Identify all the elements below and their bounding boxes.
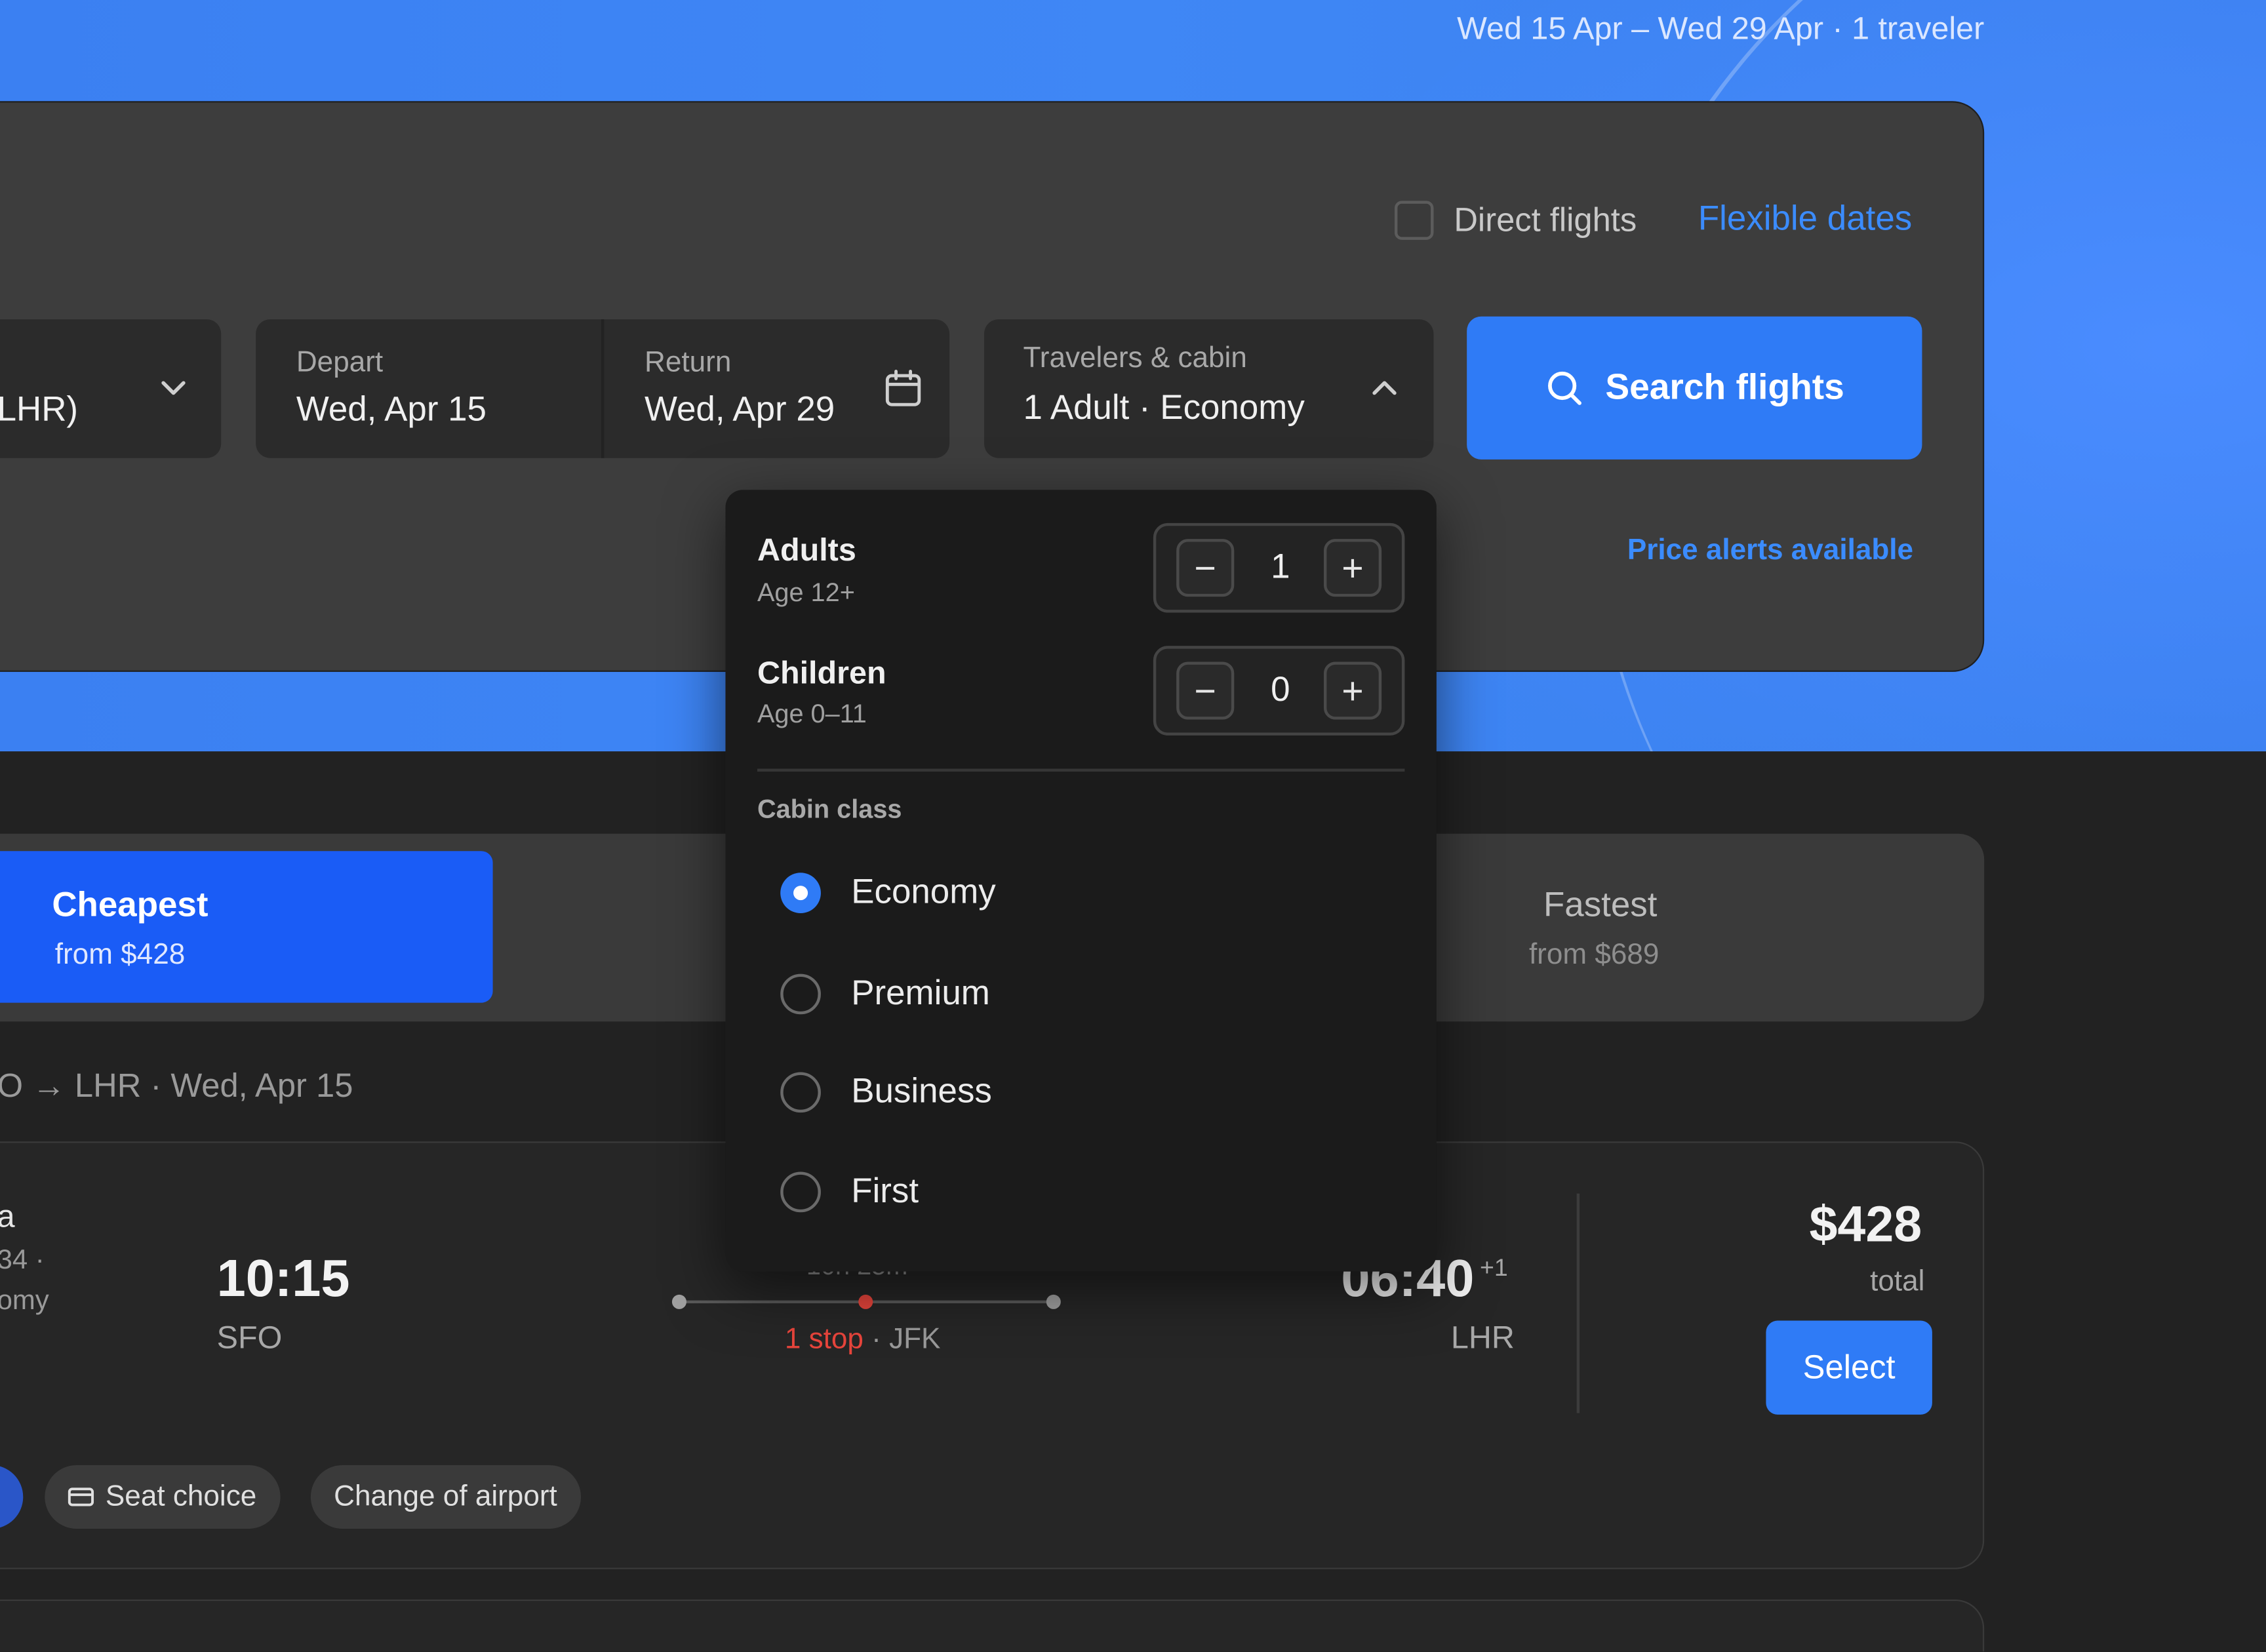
stops-via: · JFK xyxy=(863,1323,941,1356)
tab-fastest-price: from $689 xyxy=(1528,939,1660,972)
flight-price-label: total xyxy=(1870,1265,1925,1298)
stops-count: 1 stop xyxy=(784,1323,864,1356)
dates-field: Depart Wed, Apr 15 Return Wed, Apr 29 xyxy=(256,319,950,458)
premium-radio[interactable] xyxy=(780,974,821,1015)
arrival-day-offset: +1 xyxy=(1479,1254,1508,1282)
departure-time: 10:15 xyxy=(216,1248,350,1308)
children-increment-button[interactable]: + xyxy=(1323,661,1382,720)
dates-divider xyxy=(601,319,605,458)
stops-info: 1 stop · JFK xyxy=(785,1324,941,1357)
premium-label: Premium xyxy=(851,974,990,1013)
business-radio[interactable] xyxy=(780,1072,821,1113)
tab-fastest-title: Fastest xyxy=(1543,886,1658,925)
flight-meta: 34 · xyxy=(0,1245,45,1276)
cabin-class-heading: Cabin class xyxy=(757,795,902,824)
direct-flights-label[interactable]: Direct flights xyxy=(1454,201,1637,240)
first-label: First xyxy=(851,1171,919,1211)
depart-value: Wed, Apr 15 xyxy=(296,390,487,429)
search-flights-label: Search flights xyxy=(1605,366,1844,408)
seat-icon xyxy=(68,1487,94,1506)
children-stepper: − 0 + xyxy=(1153,646,1405,736)
adults-stepper: − 1 + xyxy=(1153,522,1405,613)
destination-dot xyxy=(1046,1294,1061,1309)
travelers-dropdown: Adults Age 12+ − 1 + Children Age 0–11 −… xyxy=(725,490,1437,1272)
chip-change-of-airport-label: Change of airport xyxy=(334,1480,557,1512)
trip-summary: Wed 15 Apr – Wed 29 Apr · 1 traveler xyxy=(1457,10,1985,47)
origin-value: LHR) xyxy=(0,390,79,429)
chevron-down-icon xyxy=(161,381,186,395)
adults-age-label: Age 12+ xyxy=(757,578,855,607)
chevron-up-icon xyxy=(1372,381,1397,395)
depart-label: Depart xyxy=(296,346,384,379)
travelers-cabin-field[interactable]: Travelers & cabin 1 Adult · Economy xyxy=(984,319,1434,458)
economy-label: Economy xyxy=(851,873,996,912)
flight-price: $428 xyxy=(1809,1196,1922,1253)
flexible-dates-link[interactable]: Flexible dates xyxy=(1698,199,1912,240)
business-label: Business xyxy=(851,1072,992,1111)
origin-dot xyxy=(671,1294,686,1309)
children-age-label: Age 0–11 xyxy=(757,699,867,728)
chip-seat-choice[interactable]: Seat choice xyxy=(45,1465,280,1529)
tab-cheapest[interactable]: Cheapest from $428 xyxy=(0,851,493,1003)
chip-change-of-airport[interactable]: Change of airport xyxy=(310,1465,581,1529)
route-summary: O → LHR · Wed, Apr 15 xyxy=(0,1066,353,1104)
tab-cheapest-price: from $428 xyxy=(54,939,186,972)
adults-increment-button[interactable]: + xyxy=(1323,539,1382,597)
return-value: Wed, Apr 29 xyxy=(645,390,835,429)
route-track xyxy=(671,1294,1061,1309)
first-radio[interactable] xyxy=(780,1171,821,1213)
arrival-airport: LHR xyxy=(1450,1319,1515,1356)
flight-result-card-next[interactable] xyxy=(0,1599,1985,1652)
stop-dot xyxy=(858,1294,873,1309)
origin-field[interactable]: LHR) xyxy=(0,319,222,458)
children-label: Children xyxy=(757,654,886,691)
flight-cabin-meta: omy xyxy=(0,1286,49,1316)
economy-radio[interactable] xyxy=(780,873,821,913)
card-divider xyxy=(1576,1193,1580,1413)
travelers-label: Travelers & cabin xyxy=(1023,342,1247,374)
direct-flights-checkbox[interactable] xyxy=(1394,201,1434,240)
search-flights-button[interactable]: Search flights xyxy=(1467,316,1922,460)
select-flight-button[interactable]: Select xyxy=(1766,1320,1932,1415)
search-icon xyxy=(1547,370,1581,404)
tab-cheapest-title: Cheapest xyxy=(52,886,209,925)
travelers-value: 1 Adult · Economy xyxy=(1023,388,1305,428)
price-alerts-link[interactable]: Price alerts available xyxy=(1627,535,1913,568)
airline-name: a xyxy=(0,1198,15,1235)
departure-airport: SFO xyxy=(216,1319,283,1356)
chip-seat-choice-label: Seat choice xyxy=(105,1480,257,1512)
adults-label: Adults xyxy=(757,532,856,568)
calendar-icon[interactable] xyxy=(883,368,924,409)
dropdown-divider xyxy=(757,768,1405,772)
return-label: Return xyxy=(645,346,732,379)
